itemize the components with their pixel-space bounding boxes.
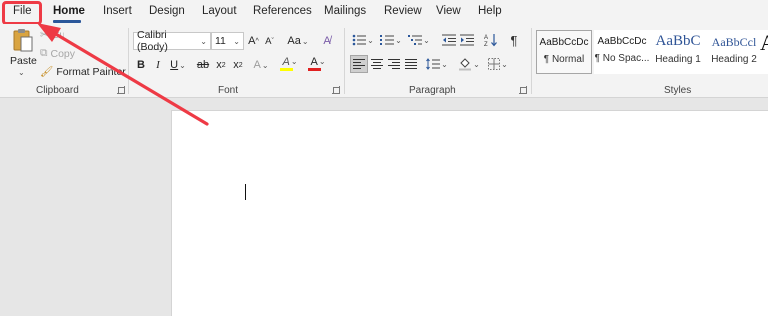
superscript-button[interactable]: x2 bbox=[232, 56, 244, 74]
paintbrush-icon: 🖌 bbox=[40, 66, 54, 78]
font-color-button[interactable]: A ⌄ bbox=[307, 54, 329, 72]
paste-icon[interactable] bbox=[12, 28, 34, 52]
chevron-down-icon: ⌄ bbox=[200, 36, 207, 46]
font-color-icon: A bbox=[310, 55, 318, 68]
style-heading-1[interactable]: AaBbC Heading 1 bbox=[650, 30, 706, 74]
paragraph-dialog-launcher-icon[interactable] bbox=[519, 86, 527, 94]
paste-button-label[interactable]: Paste bbox=[10, 55, 37, 67]
decrease-indent-icon[interactable] bbox=[441, 32, 457, 48]
grow-font-glyph: A bbox=[248, 35, 256, 47]
increase-indent-icon[interactable] bbox=[459, 32, 475, 48]
paragraph-group: ⌄ ⌄ ⌄ AZ ¶ ⌄ ⌄ ⌄ Paragraph bbox=[345, 24, 531, 98]
style-name-label: ¶ Normal bbox=[543, 54, 585, 65]
style-name-label: Heading 1 bbox=[655, 54, 701, 65]
style-no-spacing[interactable]: AaBbCcDc ¶ No Spac... bbox=[594, 30, 650, 74]
cut-label: Cut bbox=[51, 29, 64, 41]
strikethrough-button[interactable]: ab bbox=[195, 56, 211, 74]
font-size-value: 11 bbox=[215, 35, 226, 47]
file-tab-highlight-box bbox=[2, 1, 42, 25]
format-painter-label: Format Painter bbox=[56, 65, 126, 78]
copy-icon: ⧉ bbox=[40, 47, 48, 59]
text-cursor bbox=[245, 184, 246, 200]
font-group: Calibri (Body) ⌄ 11 ⌄ A ^ Aˇ Aa ⌄ A̸ B I U… bbox=[129, 24, 344, 98]
borders-icon bbox=[488, 58, 501, 70]
document-page[interactable] bbox=[171, 110, 768, 316]
underline-glyph: U bbox=[170, 59, 179, 71]
text-effects-button[interactable]: A ⌄ bbox=[251, 56, 271, 74]
style-sample-text: AaBbCcl bbox=[711, 35, 757, 49]
sort-icon[interactable]: AZ bbox=[483, 32, 499, 48]
numbering-button[interactable]: ⌄ bbox=[379, 32, 403, 48]
align-center-icon[interactable] bbox=[369, 55, 385, 73]
style-heading-2[interactable]: AaBbCcl Heading 2 bbox=[706, 30, 762, 74]
paint-bucket-icon bbox=[459, 58, 472, 71]
clipboard-group-label: Clipboard bbox=[36, 85, 79, 96]
style-sample-text: AaBbCcDc bbox=[597, 36, 647, 47]
clipboard-dialog-launcher-icon[interactable] bbox=[117, 86, 125, 94]
align-left-icon[interactable] bbox=[350, 55, 368, 73]
change-case-glyph: Aa bbox=[287, 35, 301, 47]
line-spacing-icon bbox=[426, 58, 441, 70]
chevron-down-icon: ⌄ bbox=[233, 36, 240, 46]
ribbon: Paste ⌄ ✂ Cut ⧉ Copy 🖌 Format Painter Cl… bbox=[0, 24, 768, 98]
tab-view[interactable]: View bbox=[436, 5, 461, 17]
tab-mailings[interactable]: Mailings bbox=[324, 5, 366, 17]
text-effects-glyph: A bbox=[253, 59, 261, 71]
copy-button[interactable]: ⧉ Copy bbox=[40, 47, 75, 60]
tab-home[interactable]: Home bbox=[53, 5, 85, 17]
scissors-icon: ✂ bbox=[40, 29, 49, 41]
grow-font-button[interactable]: A ^ bbox=[247, 32, 260, 50]
styles-group: AaBbCcDc ¶ Normal AaBbCcDc ¶ No Spac... … bbox=[532, 24, 768, 98]
tab-layout[interactable]: Layout bbox=[202, 5, 237, 17]
style-sample-text: A bbox=[760, 30, 768, 55]
underline-button[interactable]: U ⌄ bbox=[169, 56, 187, 74]
align-right-icon[interactable] bbox=[386, 55, 402, 73]
show-formatting-marks-button[interactable]: ¶ bbox=[507, 32, 521, 48]
line-spacing-button[interactable]: ⌄ bbox=[425, 55, 449, 73]
ribbon-tab-bar: File Home Insert Design Layout Reference… bbox=[0, 0, 768, 25]
style-sample-text: AaBbC bbox=[655, 33, 701, 49]
tab-review[interactable]: Review bbox=[384, 5, 422, 17]
bold-button[interactable]: B bbox=[135, 56, 147, 74]
style-sample-text: AaBbCcDc bbox=[539, 37, 589, 48]
font-family-value: Calibri (Body) bbox=[137, 29, 168, 53]
highlight-color-button[interactable]: A ⌄ bbox=[279, 54, 301, 72]
svg-text:A: A bbox=[484, 35, 488, 41]
font-dialog-launcher-icon[interactable] bbox=[332, 86, 340, 94]
shading-button[interactable]: ⌄ bbox=[457, 55, 481, 73]
tab-help[interactable]: Help bbox=[478, 5, 502, 17]
numbered-list-icon bbox=[380, 35, 395, 45]
copy-label: Copy bbox=[50, 47, 76, 60]
clipboard-group: Paste ⌄ ✂ Cut ⧉ Copy 🖌 Format Painter Cl… bbox=[0, 24, 128, 98]
style-normal[interactable]: AaBbCcDc ¶ Normal bbox=[536, 30, 592, 74]
font-size-combo[interactable]: 11 ⌄ bbox=[211, 32, 244, 50]
font-family-combo[interactable]: Calibri (Body) ⌄ bbox=[133, 29, 211, 53]
highlighter-icon: A bbox=[282, 55, 290, 68]
shrink-font-button[interactable]: Aˇ bbox=[263, 32, 276, 50]
paragraph-group-label: Paragraph bbox=[409, 85, 456, 96]
style-name-label: Heading 2 bbox=[711, 54, 757, 65]
multilevel-list-icon bbox=[408, 35, 423, 45]
italic-button[interactable]: I bbox=[152, 56, 164, 74]
borders-button[interactable]: ⌄ bbox=[485, 55, 511, 73]
format-painter-button[interactable]: 🖌 Format Painter bbox=[40, 65, 126, 79]
subscript-button[interactable]: x2 bbox=[215, 56, 227, 74]
multilevel-list-button[interactable]: ⌄ bbox=[407, 32, 431, 48]
tab-insert[interactable]: Insert bbox=[103, 5, 132, 17]
cut-button[interactable]: ✂ Cut bbox=[40, 29, 64, 41]
justify-icon[interactable] bbox=[403, 55, 419, 73]
style-title[interactable]: A bbox=[760, 30, 768, 74]
svg-text:Z: Z bbox=[484, 42, 488, 47]
bullet-list-icon bbox=[352, 34, 367, 46]
tab-references[interactable]: References bbox=[253, 5, 312, 17]
styles-group-label: Styles bbox=[664, 85, 692, 96]
bullets-button[interactable]: ⌄ bbox=[351, 32, 375, 48]
tab-design[interactable]: Design bbox=[149, 5, 185, 17]
clear-formatting-icon[interactable]: A̸ bbox=[319, 32, 335, 50]
change-case-button[interactable]: Aa ⌄ bbox=[287, 32, 309, 50]
active-tab-indicator bbox=[53, 20, 81, 23]
font-group-label: Font bbox=[218, 85, 239, 96]
paste-dropdown-caret[interactable]: ⌄ bbox=[18, 68, 25, 77]
style-name-label: ¶ No Spac... bbox=[594, 53, 650, 64]
